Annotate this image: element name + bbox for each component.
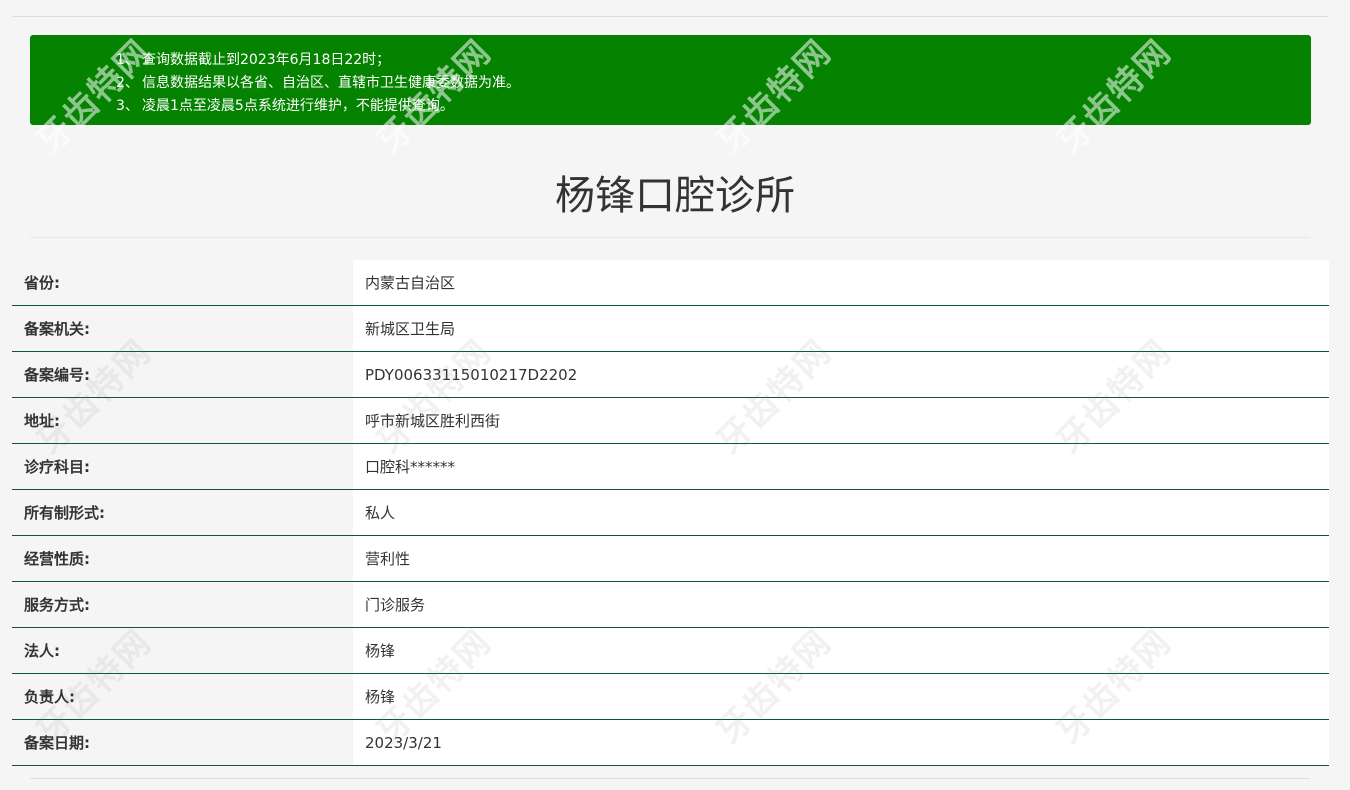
table-row: 所有制形式: 私人: [12, 489, 1329, 536]
notice-item: 1、 查询数据截止到2023年6月18日22时；: [116, 49, 1311, 72]
notice-item: 2、 信息数据结果以各省、自治区、直辖市卫生健康委数据为准。: [116, 72, 1311, 95]
row-label: 负责人:: [12, 673, 353, 720]
row-value: 口腔科******: [353, 443, 1329, 490]
notice-item-text: 凌晨1点至凌晨5点系统进行维护，不能提供查询。: [142, 98, 454, 114]
row-label: 备案日期:: [12, 719, 353, 766]
table-row: 负责人: 杨锋: [12, 673, 1329, 720]
table-row: 法人: 杨锋: [12, 627, 1329, 674]
notice-item-text: 信息数据结果以各省、自治区、直辖市卫生健康委数据为准。: [142, 75, 520, 91]
row-value: PDY00633115010217D2202: [353, 351, 1329, 398]
table-row: 经营性质: 营利性: [12, 535, 1329, 582]
table-row: 诊疗科目: 口腔科******: [12, 443, 1329, 490]
table-row: 备案机关: 新城区卫生局: [12, 305, 1329, 352]
row-label: 地址:: [12, 397, 353, 444]
page-title: 杨锋口腔诊所: [555, 173, 795, 219]
table-row: 地址: 呼市新城区胜利西街: [12, 397, 1329, 444]
row-value: 杨锋: [353, 673, 1329, 720]
title-divider: [30, 237, 1310, 238]
row-label: 经营性质:: [12, 535, 353, 582]
row-label: 备案机关:: [12, 305, 353, 352]
notice-item-number: 1、: [116, 52, 139, 68]
notice-item-number: 3、: [116, 98, 139, 114]
row-value: 私人: [353, 489, 1329, 536]
row-label: 省份:: [12, 260, 353, 306]
clinic-info-table: 省份: 内蒙古自治区 备案机关: 新城区卫生局 备案编号: PDY0063311501…: [12, 260, 1329, 766]
bottom-divider: [30, 778, 1310, 779]
row-label: 法人:: [12, 627, 353, 674]
row-value: 门诊服务: [353, 581, 1329, 628]
row-value: 营利性: [353, 535, 1329, 582]
notice-banner: 1、 查询数据截止到2023年6月18日22时； 2、 信息数据结果以各省、自治区、…: [30, 35, 1311, 125]
row-value: 2023/3/21: [353, 719, 1329, 766]
table-row: 服务方式: 门诊服务: [12, 581, 1329, 628]
notice-item-text: 查询数据截止到2023年6月18日22时；: [142, 52, 391, 68]
notice-item: 3、 凌晨1点至凌晨5点系统进行维护，不能提供查询。: [116, 95, 1311, 118]
row-label: 所有制形式:: [12, 489, 353, 536]
table-row: 备案日期: 2023/3/21: [12, 719, 1329, 766]
row-value: 杨锋: [353, 627, 1329, 674]
row-label: 诊疗科目:: [12, 443, 353, 490]
row-label: 备案编号:: [12, 351, 353, 398]
table-row: 省份: 内蒙古自治区: [12, 260, 1329, 306]
table-row: 备案编号: PDY00633115010217D2202: [12, 351, 1329, 398]
row-value: 新城区卫生局: [353, 305, 1329, 352]
notice-list: 1、 查询数据截止到2023年6月18日22时； 2、 信息数据结果以各省、自治区、…: [30, 49, 1311, 118]
notice-item-number: 2、: [116, 75, 139, 91]
top-divider: [12, 16, 1328, 17]
row-value: 呼市新城区胜利西街: [353, 397, 1329, 444]
row-label: 服务方式:: [12, 581, 353, 628]
row-value: 内蒙古自治区: [353, 260, 1329, 306]
